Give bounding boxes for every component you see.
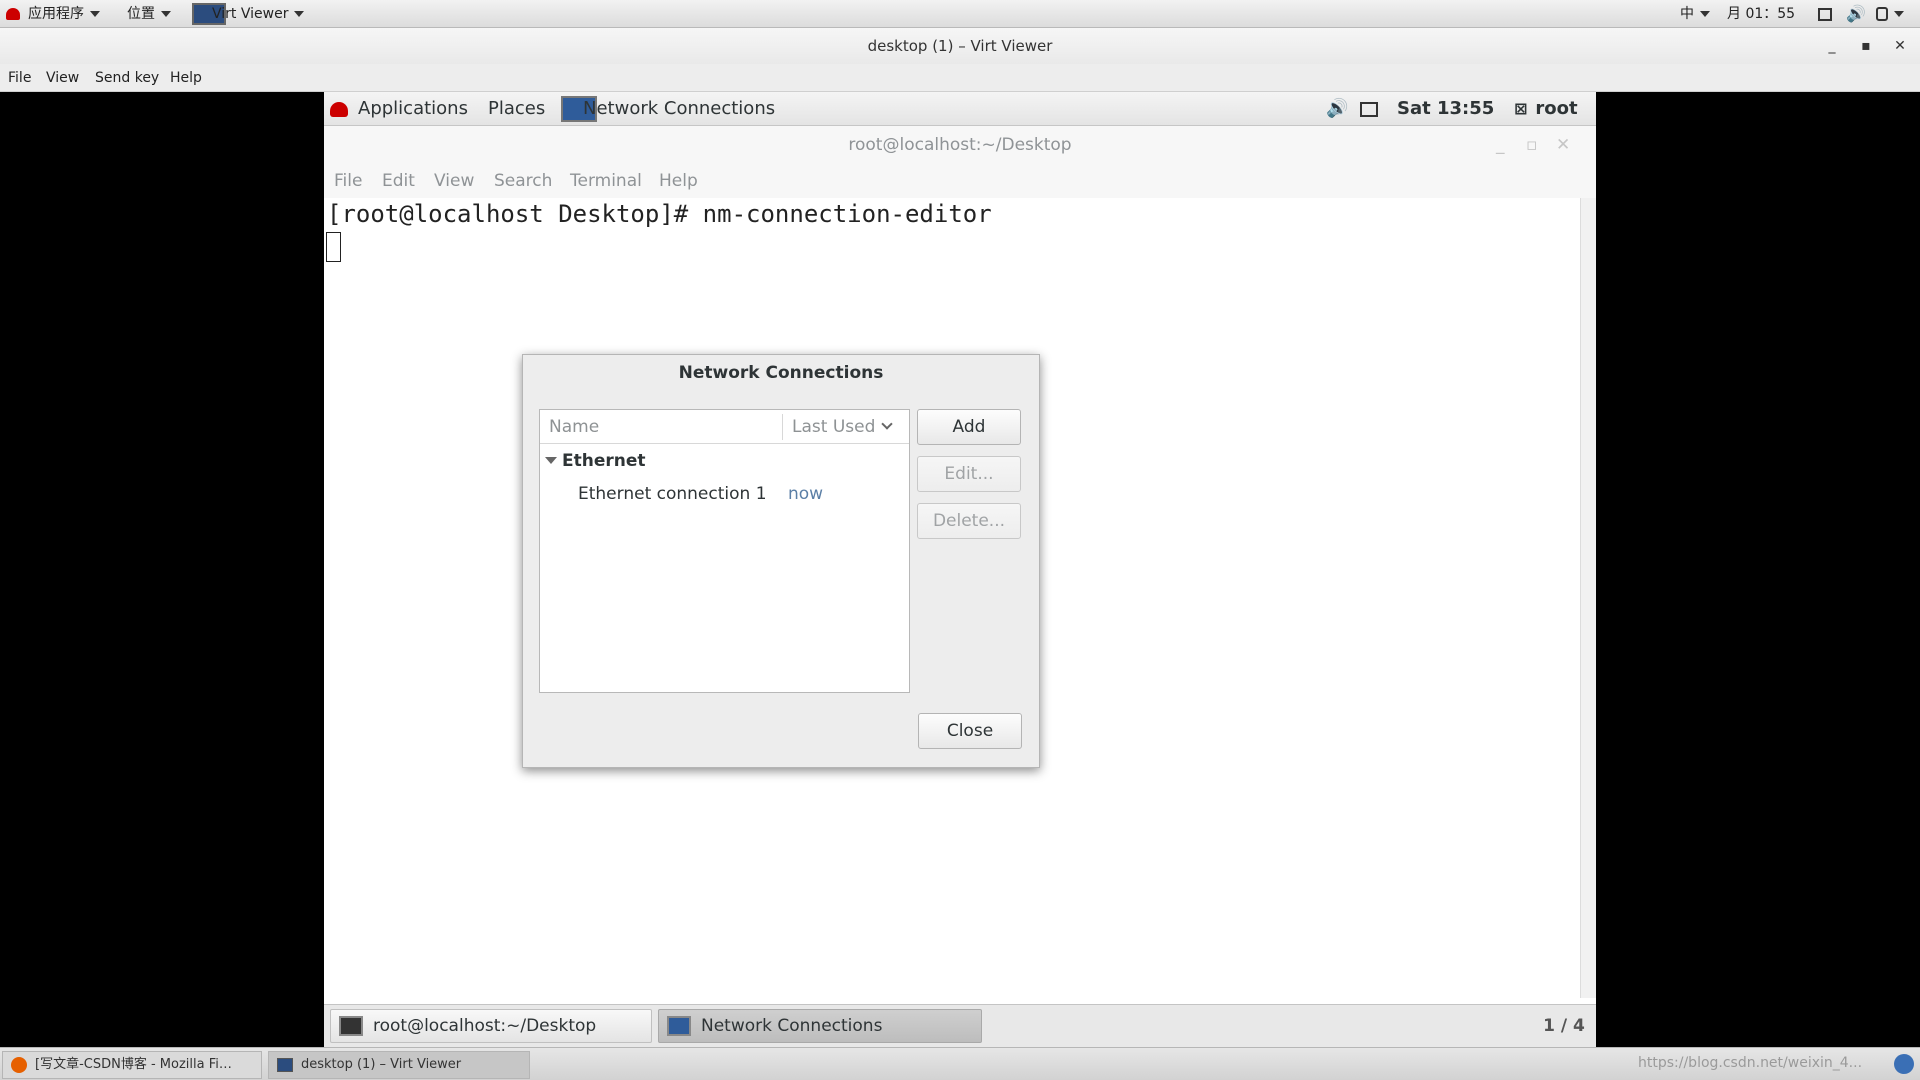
network-connections-dialog: Network Connections Name Last Used Ether… <box>522 354 1040 768</box>
column-header-last-used[interactable]: Last Used <box>792 410 894 444</box>
watermark-text: https://blog.csdn.net/weixin_4... <box>1638 1055 1863 1071</box>
group-row-ethernet[interactable]: Ethernet <box>540 444 909 478</box>
terminal-command-line: [root@localhost Desktop]# nm-connection-… <box>327 200 992 228</box>
viewer-titlebar: desktop (1) – Virt Viewer _ ▪ ✕ <box>0 28 1920 64</box>
chevron-down-icon <box>161 11 171 17</box>
host-task-label: desktop (1) – Virt Viewer <box>301 1057 462 1072</box>
delete-button[interactable]: Delete... <box>917 503 1021 539</box>
terminal-minimize-button[interactable]: _ <box>1496 126 1505 164</box>
host-active-app-label: Virt Viewer <box>212 6 289 22</box>
host-places-label: 位置 <box>127 6 155 22</box>
terminal-menu-terminal[interactable]: Terminal <box>570 164 642 198</box>
close-button[interactable]: Close <box>918 713 1022 749</box>
network-status-icon[interactable] <box>1360 92 1378 126</box>
host-task-virt-viewer[interactable]: desktop (1) – Virt Viewer <box>268 1051 530 1079</box>
window-switch-icon[interactable] <box>1818 0 1832 28</box>
guest-taskbar: root@localhost:~/Desktop Network Connect… <box>324 1004 1596 1047</box>
host-applications-label: 应用程序 <box>28 6 84 22</box>
monitor-icon <box>277 1057 293 1072</box>
chevron-down-icon <box>90 11 100 17</box>
terminal-title: root@localhost:~/Desktop <box>848 135 1072 155</box>
column-header-last-used-label: Last Used <box>792 417 876 437</box>
viewer-menu-send-key[interactable]: Send key <box>95 64 159 92</box>
guest-user-menu[interactable]: ⊠ root <box>1514 92 1578 126</box>
close-window-button[interactable]: ✕ <box>1888 28 1912 64</box>
column-header-name[interactable]: Name <box>549 410 599 444</box>
host-active-app-menu[interactable]: Virt Viewer <box>192 0 305 28</box>
chevron-down-icon <box>294 11 305 17</box>
workspace-pager[interactable]: 1 / 4 <box>1539 1009 1589 1043</box>
volume-icon[interactable]: 🔊 <box>1326 92 1348 126</box>
volume-icon[interactable]: 🔊 <box>1846 0 1866 28</box>
terminal-output[interactable]: [root@localhost Desktop]# nm-connection-… <box>324 198 1580 998</box>
guest-user-label: root <box>1535 98 1578 119</box>
taskbar-item-terminal[interactable]: root@localhost:~/Desktop <box>330 1009 652 1043</box>
host-places-menu[interactable]: 位置 <box>127 0 171 28</box>
input-method-indicator[interactable]: 中 <box>1680 0 1710 28</box>
maximize-button[interactable]: ▪ <box>1854 28 1878 64</box>
minimize-button[interactable]: _ <box>1820 28 1844 64</box>
power-menu[interactable] <box>1876 0 1904 28</box>
guest-applications-label: Applications <box>358 98 468 119</box>
host-clock[interactable]: 月 01：55 <box>1727 0 1795 28</box>
list-item[interactable]: Ethernet connection 1 now <box>540 478 909 510</box>
expander-triangle-icon[interactable] <box>545 457 557 464</box>
chevron-down-icon <box>1894 11 1904 17</box>
terminal-close-button[interactable]: ✕ <box>1556 126 1570 164</box>
guest-active-app-menu[interactable]: Network Connections <box>561 92 775 126</box>
guest-active-app-label: Network Connections <box>583 98 776 119</box>
list-header: Name Last Used <box>540 410 909 444</box>
terminal-scrollbar[interactable] <box>1580 198 1596 998</box>
chevron-down-icon <box>1700 11 1710 17</box>
host-taskbar: [写文章-CSDN博客 - Mozilla Fi… desktop (1) – … <box>0 1047 1920 1080</box>
viewer-menu-file[interactable]: File <box>8 64 31 92</box>
host-task-label: [写文章-CSDN博客 - Mozilla Fi… <box>35 1057 232 1072</box>
viewer-menubar: File View Send key Help <box>0 64 1920 92</box>
taskbar-item-network-connections[interactable]: Network Connections <box>658 1009 982 1043</box>
host-top-panel: 应用程序 位置 Virt Viewer 中 月 01：55 🔊 <box>0 0 1920 28</box>
power-icon <box>1876 7 1888 21</box>
viewer-menu-help[interactable]: Help <box>170 64 202 92</box>
taskbar-item-label: Network Connections <box>701 1016 883 1036</box>
column-divider <box>782 414 783 440</box>
host-task-firefox[interactable]: [写文章-CSDN博客 - Mozilla Fi… <box>2 1051 262 1079</box>
guest-display[interactable]: Applications Places Network Connections … <box>324 92 1596 1047</box>
terminal-cursor <box>326 232 341 262</box>
terminal-icon <box>339 1016 363 1036</box>
user-icon: ⊠ <box>1514 99 1528 118</box>
dialog-title: Network Connections <box>678 363 884 383</box>
edit-button[interactable]: Edit... <box>917 456 1021 492</box>
terminal-titlebar: root@localhost:~/Desktop _ ▫ ✕ <box>324 126 1596 164</box>
terminal-menu-help[interactable]: Help <box>659 164 698 198</box>
connection-list[interactable]: Name Last Used Ethernet Ethernet connect… <box>539 409 910 693</box>
firefox-icon <box>11 1056 27 1073</box>
terminal-menu-search[interactable]: Search <box>494 164 552 198</box>
redhat-logo-icon <box>330 101 348 117</box>
guest-places-menu[interactable]: Places <box>488 92 545 126</box>
guest-applications-menu[interactable]: Applications <box>330 92 468 126</box>
group-label: Ethernet <box>562 451 646 471</box>
host-applications-menu[interactable]: 应用程序 <box>6 0 100 28</box>
guest-clock[interactable]: Sat 13:55 <box>1397 92 1494 126</box>
add-button[interactable]: Add <box>917 409 1021 445</box>
terminal-menubar: File Edit View Search Terminal Help <box>324 164 1596 198</box>
taskbar-item-label: root@localhost:~/Desktop <box>373 1016 597 1036</box>
terminal-menu-view[interactable]: View <box>434 164 474 198</box>
terminal-menu-file[interactable]: File <box>334 164 362 198</box>
chevron-down-icon <box>881 418 894 430</box>
viewer-title: desktop (1) – Virt Viewer <box>867 37 1053 55</box>
input-method-label: 中 <box>1680 6 1694 22</box>
terminal-menu-edit[interactable]: Edit <box>382 164 415 198</box>
network-monitor-icon <box>667 1016 691 1036</box>
help-icon[interactable] <box>1894 1054 1914 1074</box>
connection-name: Ethernet connection 1 <box>578 484 767 504</box>
connection-last-used: now <box>788 484 824 504</box>
viewer-menu-view[interactable]: View <box>46 64 79 92</box>
guest-top-panel: Applications Places Network Connections … <box>324 92 1596 126</box>
redhat-logo-icon <box>6 8 20 20</box>
terminal-maximize-button[interactable]: ▫ <box>1526 126 1538 164</box>
